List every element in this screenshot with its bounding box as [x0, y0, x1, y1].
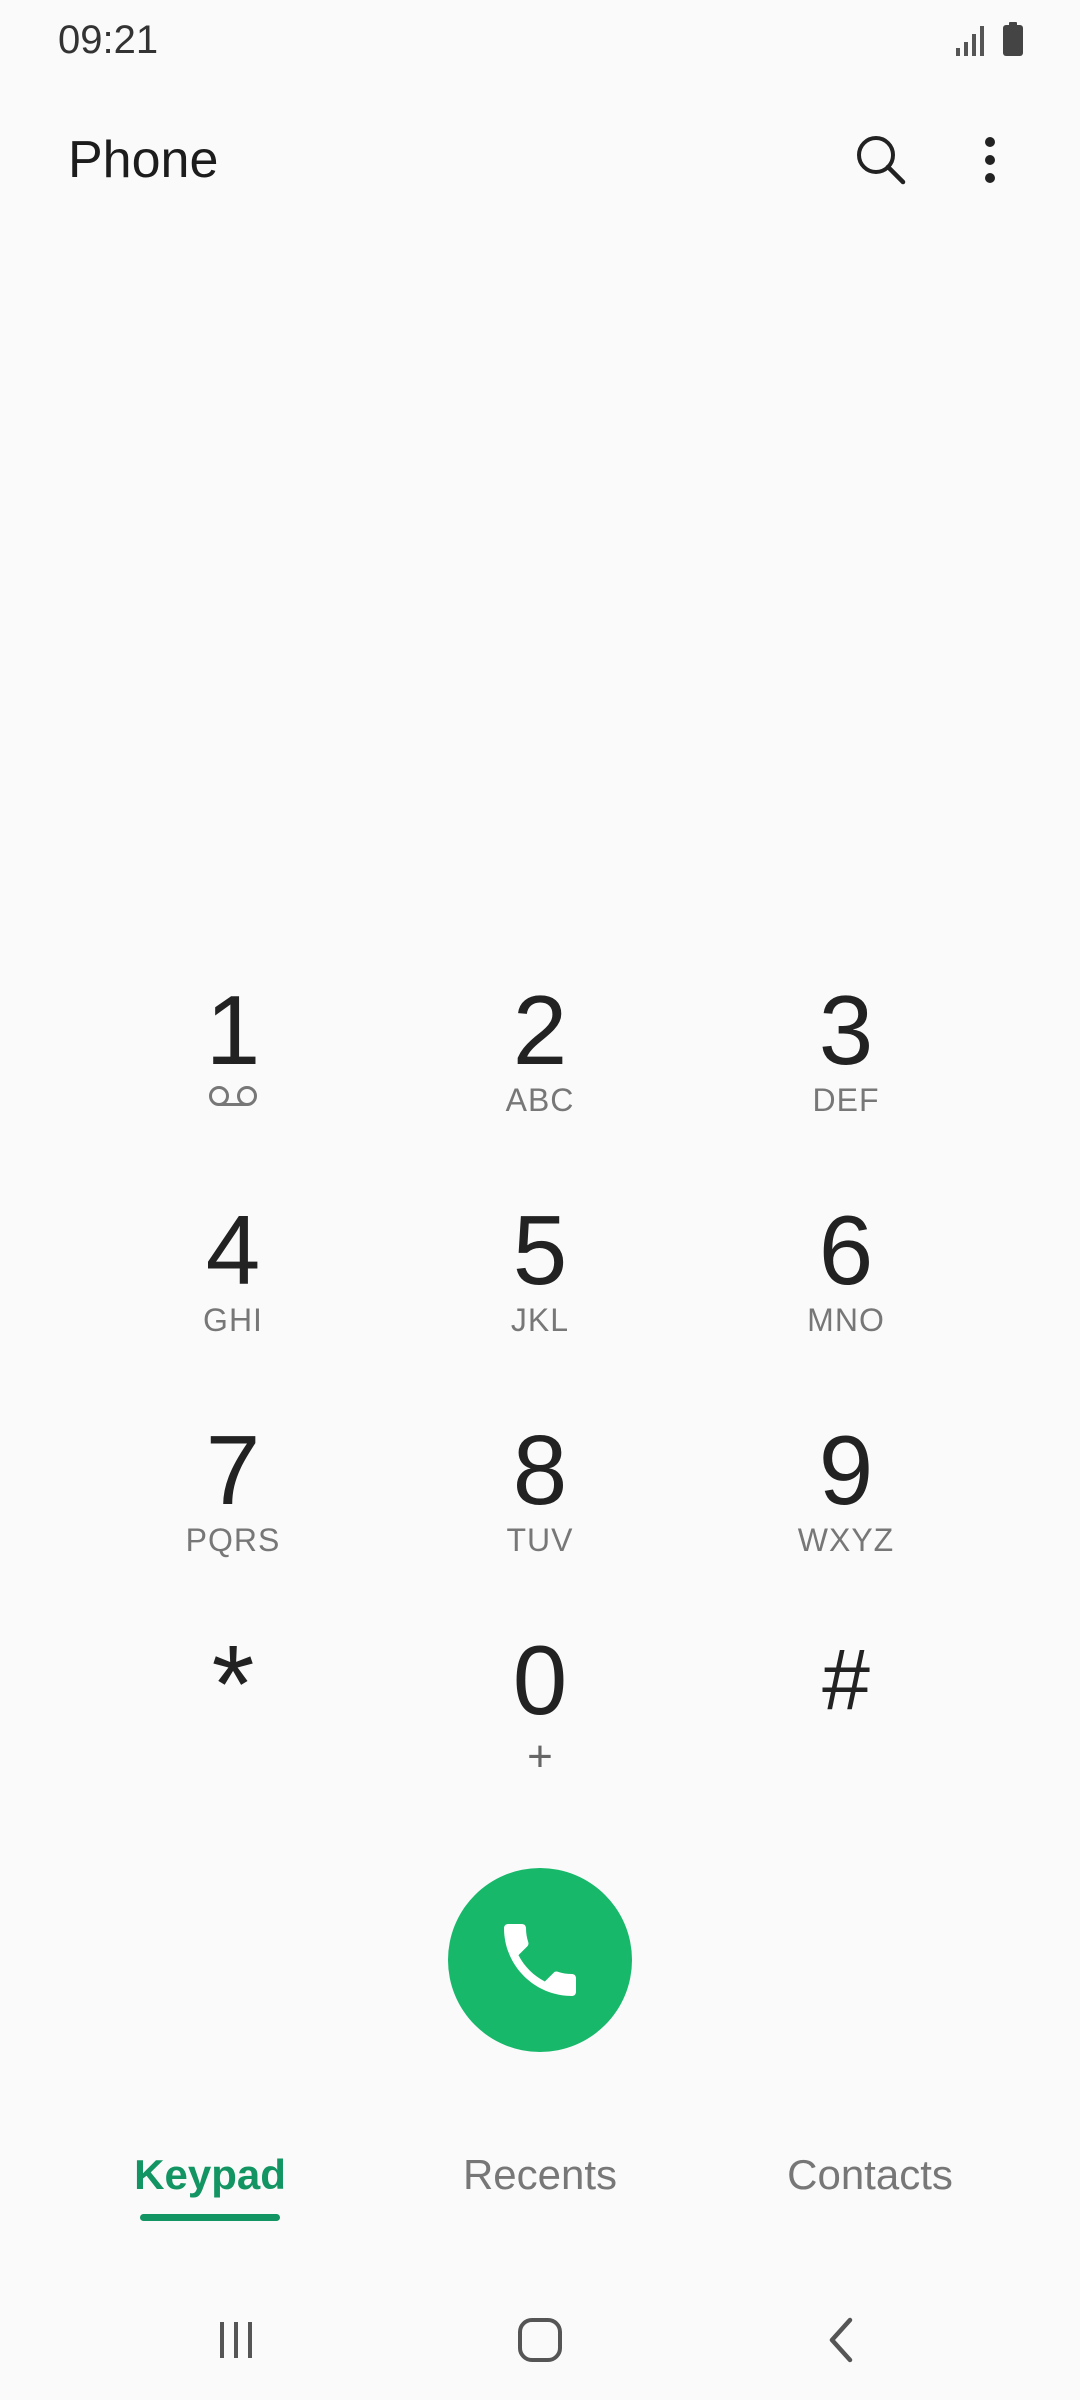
status-bar: 09:21 — [0, 0, 1080, 80]
recent-apps-button[interactable] — [196, 2300, 276, 2380]
key-letters: WXYZ — [797, 1522, 895, 1558]
key-letters: ABC — [505, 1082, 575, 1118]
search-button[interactable] — [846, 125, 916, 195]
home-icon — [518, 2318, 562, 2362]
tab-label: Recents — [462, 2151, 618, 2198]
home-button[interactable] — [500, 2300, 580, 2380]
status-icons — [954, 22, 1024, 56]
key-digit: 4 — [205, 1195, 261, 1305]
key-digit: 7 — [205, 1415, 261, 1525]
key-5[interactable]: 5 JKL — [400, 1200, 680, 1380]
search-icon — [857, 136, 906, 185]
tab-label: Keypad — [134, 2151, 286, 2198]
key-digit: * — [211, 1623, 255, 1746]
key-digit: # — [822, 1632, 870, 1728]
key-digit: 5 — [512, 1195, 568, 1305]
key-star[interactable]: * — [93, 1630, 373, 1810]
key-letters: TUV — [506, 1522, 574, 1558]
key-letters: GHI — [203, 1302, 263, 1338]
key-digit: 8 — [512, 1415, 568, 1525]
key-4[interactable]: 4 GHI — [93, 1200, 373, 1380]
key-letters: MNO — [807, 1302, 885, 1338]
tab-active-indicator — [140, 2214, 280, 2221]
call-button[interactable] — [448, 1868, 632, 2052]
key-digit: 6 — [818, 1195, 874, 1305]
key-plus: + — [527, 1732, 553, 1781]
key-letters: PQRS — [185, 1522, 281, 1558]
back-button[interactable] — [802, 2300, 882, 2380]
key-digit: 2 — [512, 975, 568, 1085]
tab-keypad[interactable]: Keypad — [110, 2140, 310, 2240]
key-digit: 3 — [818, 975, 874, 1085]
back-icon — [829, 2317, 853, 2363]
key-8[interactable]: 8 TUV — [400, 1420, 680, 1600]
status-time: 09:21 — [58, 18, 159, 62]
app-bar: Phone — [0, 110, 1080, 210]
phone-icon — [504, 1924, 576, 1996]
system-nav-bar — [0, 2280, 1080, 2400]
key-3[interactable]: 3 DEF — [706, 980, 986, 1160]
page-title: Phone — [68, 131, 219, 189]
key-digit: 1 — [205, 975, 261, 1085]
key-2[interactable]: 2 ABC — [400, 980, 680, 1160]
tab-recents[interactable]: Recents — [430, 2140, 650, 2240]
key-digit: 9 — [818, 1415, 874, 1525]
more-options-button[interactable] — [955, 125, 1025, 195]
tab-contacts[interactable]: Contacts — [760, 2140, 980, 2240]
voicemail-icon — [209, 1086, 257, 1106]
phone-app-screen: 09:21 Phone 1 2 ABC 3 DEF 4 GHI 5 JKL 6 … — [0, 0, 1080, 2400]
more-vert-icon — [985, 137, 995, 183]
bottom-tabs: Keypad Recents Contacts — [0, 2140, 1080, 2240]
key-6[interactable]: 6 MNO — [706, 1200, 986, 1380]
recent-apps-icon — [220, 2322, 252, 2358]
signal-icon — [956, 26, 984, 56]
key-0[interactable]: 0 + — [400, 1630, 680, 1810]
battery-icon — [1003, 22, 1023, 56]
key-letters: DEF — [812, 1082, 880, 1118]
tab-label: Contacts — [787, 2151, 953, 2198]
key-9[interactable]: 9 WXYZ — [706, 1420, 986, 1600]
key-1[interactable]: 1 — [93, 980, 373, 1160]
key-letters: JKL — [510, 1302, 570, 1338]
key-7[interactable]: 7 PQRS — [93, 1420, 373, 1600]
key-hash[interactable]: # — [706, 1630, 986, 1810]
key-digit: 0 — [512, 1625, 568, 1735]
